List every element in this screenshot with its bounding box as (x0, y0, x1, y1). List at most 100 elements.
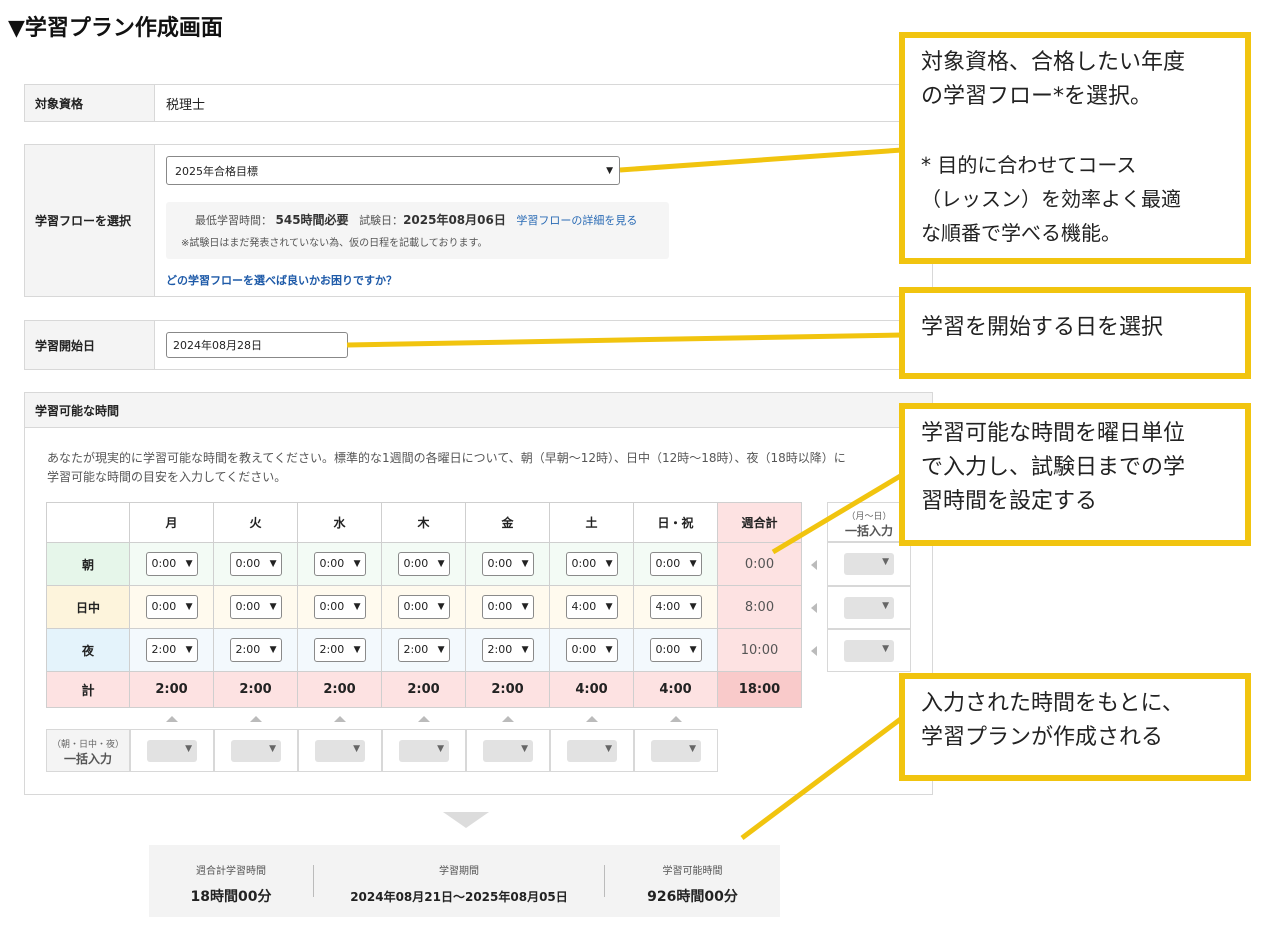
flow-select[interactable]: 2025年合格目標 ▼ (166, 156, 620, 185)
bulk-week-select-night[interactable]: ▼ (844, 640, 894, 662)
flow-label: 学習フローを選択 (25, 145, 155, 296)
bulk-day-select[interactable]: ▼ (483, 740, 533, 762)
time-select[interactable]: 0:00 ▼ (397, 595, 450, 619)
day-header: 木 (381, 502, 466, 543)
callout-text: （レッスン）を効率よく最適 (921, 187, 1181, 211)
qualification-row: 対象資格 税理士 (24, 84, 933, 122)
callout-flow: 対象資格、合格したい年度 の学習フロー*を選択。 * 目的に合わせてコース （レ… (899, 32, 1251, 264)
day-header: 土 (549, 502, 634, 543)
time-select[interactable]: 0:00 ▼ (229, 595, 282, 619)
summary-period: 学習期間 2024年08月21日～2025年08月05日 (314, 845, 604, 917)
time-select[interactable]: 0:00 ▼ (481, 595, 534, 619)
arrow-up-icon (418, 716, 430, 722)
summary-available-value: 926時間00分 (647, 889, 738, 905)
arrow-left-icon (811, 560, 817, 570)
time-select[interactable]: 0:00 ▼ (481, 552, 534, 576)
callout-start-date: 学習を開始する日を選択 (899, 287, 1251, 379)
start-date-input[interactable]: 2024年08月28日 (166, 332, 348, 358)
time-select[interactable]: 0:00 ▼ (397, 552, 450, 576)
flow-select-value: 2025年合格目標 (175, 164, 258, 178)
row-total: 0:00 (717, 542, 802, 586)
bulk-day-select[interactable]: ▼ (567, 740, 617, 762)
bulk-day-cell: ▼ (634, 729, 718, 772)
bulk-day-select[interactable]: ▼ (147, 740, 197, 762)
callout-text: で入力し、試験日までの学 (921, 455, 1186, 480)
arrow-left-icon (811, 603, 817, 613)
callout-text: 入力された時間をもとに、 (921, 691, 1184, 716)
bulk-day-select[interactable]: ▼ (399, 740, 449, 762)
time-select[interactable]: 0:00 ▼ (313, 595, 366, 619)
table-corner (46, 502, 130, 543)
bulk-week-select-daytime[interactable]: ▼ (844, 597, 894, 619)
time-select[interactable]: 2:00 ▼ (229, 638, 282, 662)
day-header: 金 (465, 502, 550, 543)
time-select[interactable]: 2:00 ▼ (145, 638, 198, 662)
day-header: 水 (297, 502, 382, 543)
time-select[interactable]: 0:00 ▼ (649, 638, 702, 662)
min-hours-label: 最低学習時間： (195, 214, 272, 227)
time-select[interactable]: 0:00 ▼ (145, 595, 198, 619)
summary-available-label: 学習可能時間 (662, 866, 723, 877)
bulk-day-select[interactable]: ▼ (231, 740, 281, 762)
summary-weekly: 週合計学習時間 18時間00分 (149, 845, 313, 917)
chevron-down-icon: ▼ (606, 165, 613, 176)
arrow-up-icon (502, 716, 514, 722)
arrow-up-icon (334, 716, 346, 722)
min-hours-value: 545時間必要 (275, 213, 349, 227)
page-title: ▼学習プラン作成画面 (8, 16, 223, 41)
exam-date-value: 2025年08月06日 (403, 213, 506, 227)
time-select[interactable]: 0:00 ▼ (565, 552, 618, 576)
summary-period-label: 学習期間 (439, 866, 479, 877)
arrow-up-icon (586, 716, 598, 722)
side-bulk-sub: （月～日） (846, 512, 892, 522)
chevron-down-icon: ▼ (882, 601, 889, 611)
arrow-left-icon (811, 646, 817, 656)
summary-available: 学習可能時間 926時間00分 (605, 845, 780, 917)
summary-weekly-label: 週合計学習時間 (196, 866, 266, 877)
flow-detail-link[interactable]: 学習フローの詳細を見る (516, 214, 637, 227)
flow-info-box: 最低学習時間： 545時間必要 試験日：2025年08月06日 学習フローの詳細… (166, 202, 669, 259)
row-total: 8:00 (717, 585, 802, 629)
time-select[interactable]: 0:00 ▼ (313, 552, 366, 576)
description-line-2: 学習可能な時間の目安を入力してください。 (47, 470, 287, 484)
callout-plan: 入力された時間をもとに、 学習プランが作成される (899, 673, 1251, 781)
time-select[interactable]: 2:00 ▼ (313, 638, 366, 662)
row-label-night: 夜 (46, 628, 130, 672)
available-time-title: 学習可能な時間 (25, 393, 932, 428)
time-select[interactable]: 4:00 ▼ (649, 595, 702, 619)
bulk-day-select[interactable]: ▼ (651, 740, 701, 762)
arrow-up-icon (166, 716, 178, 722)
arrow-up-icon (670, 716, 682, 722)
bulk-day-cell: ▼ (130, 729, 214, 772)
exam-date-label: 試験日： (359, 214, 404, 227)
description-line-1: あなたが現実的に学習可能な時間を教えてください。標準的な1週間の各曜日について、… (47, 451, 846, 465)
qualification-label: 対象資格 (25, 85, 155, 121)
bulk-week-select-morning[interactable]: ▼ (844, 553, 894, 575)
callout-text: 学習可能な時間を曜日単位 (921, 421, 1186, 446)
day-total: 2:00 (465, 671, 550, 708)
day-total: 2:00 (129, 671, 214, 708)
totals-row: 計 2:00 2:00 2:00 2:00 2:00 4:00 4:00 18:… (46, 671, 802, 708)
bottom-bulk-label: （朝・日中・夜） 一括入力 (46, 729, 130, 772)
callout-text: 学習プランが作成される (921, 725, 1164, 750)
flow-row: 学習フローを選択 2025年合格目標 ▼ 最低学習時間： 545時間必要 試験日… (24, 144, 933, 297)
time-select[interactable]: 2:00 ▼ (397, 638, 450, 662)
time-select[interactable]: 0:00 ▼ (649, 552, 702, 576)
time-select[interactable]: 0:00 ▼ (229, 552, 282, 576)
qualification-value: 税理士 (166, 98, 206, 113)
callout-time: 学習可能な時間を曜日単位 で入力し、試験日までの学 習時間を設定する (899, 403, 1251, 546)
time-select[interactable]: 2:00 ▼ (481, 638, 534, 662)
chevron-down-icon: ▼ (882, 644, 889, 654)
start-date-row: 学習開始日 2024年08月28日 (24, 320, 933, 370)
time-select[interactable]: 0:00 ▼ (565, 638, 618, 662)
callout-text: な順番で学べる機能。 (921, 221, 1121, 245)
row-label-daytime: 日中 (46, 585, 130, 629)
day-header: 日・祝 (633, 502, 718, 543)
time-table: 月 火 水 木 金 土 日・祝 週合計 朝 0:00 ▼ 0:00 ▼ 0:00 ▼ … (46, 502, 802, 708)
day-total: 4:00 (549, 671, 634, 708)
time-select[interactable]: 0:00 ▼ (145, 552, 198, 576)
grand-total: 18:00 (717, 671, 802, 708)
bulk-day-select[interactable]: ▼ (315, 740, 365, 762)
flow-help-link[interactable]: どの学習フローを選べば良いかお困りですか？ (166, 272, 397, 288)
time-select[interactable]: 4:00 ▼ (565, 595, 618, 619)
